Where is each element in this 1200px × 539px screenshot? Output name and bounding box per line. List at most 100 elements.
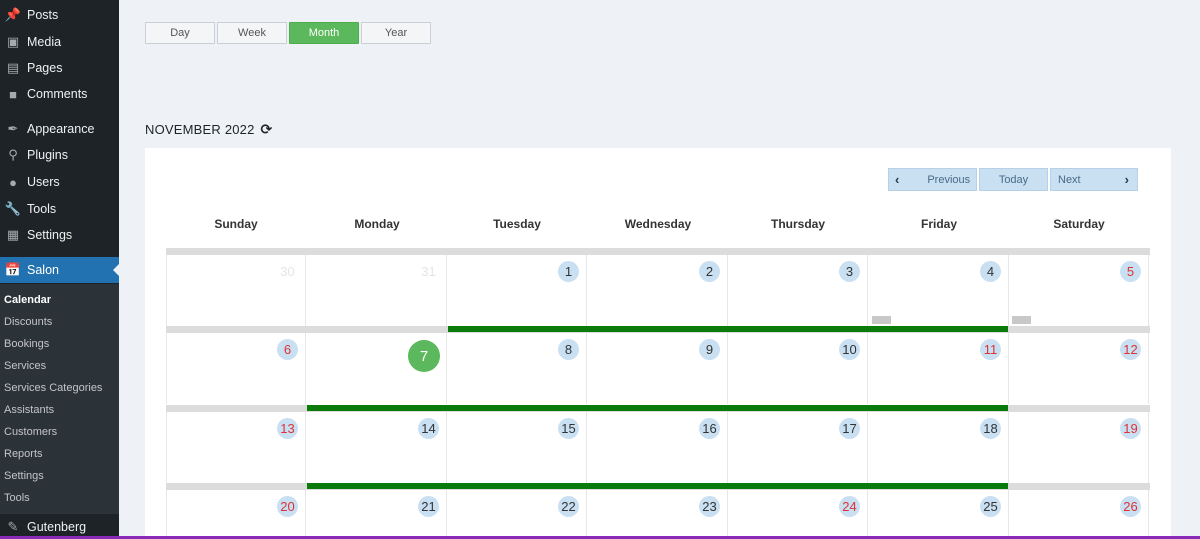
day-number: 22 <box>558 496 579 517</box>
day-number: 17 <box>839 418 860 439</box>
view-day-button[interactable]: Day <box>145 22 215 44</box>
today-label: Today <box>998 173 1029 186</box>
weekday-header: Saturday <box>1053 217 1105 231</box>
calendar-day-cell[interactable]: 13 <box>166 412 306 483</box>
menu-item-comments[interactable]: ■ Comments <box>0 81 119 107</box>
calendar-icon: 📅 <box>4 262 22 277</box>
calendar-day-cell[interactable]: 21 <box>307 490 447 539</box>
menu-item-settings[interactable]: ▦ Settings <box>0 222 119 248</box>
menu-label: Plugins <box>27 148 68 162</box>
menu-item-users[interactable]: ● Users <box>0 169 119 195</box>
day-number: 9 <box>699 339 720 360</box>
menu-item-pages[interactable]: ▤ Pages <box>0 55 119 81</box>
brush-icon: ✒ <box>7 121 19 136</box>
menu-label: Tools <box>27 202 57 216</box>
calendar-day-cell[interactable]: 18 <box>869 412 1009 483</box>
calendar-day-cell[interactable]: 20 <box>166 490 306 539</box>
menu-label: Appearance <box>27 122 95 136</box>
today-marker: 7 <box>408 340 440 372</box>
next-label: Next <box>1058 173 1081 186</box>
menu-item-media[interactable]: ▣ Media <box>0 29 119 55</box>
calendar-day-cell[interactable]: 1 <box>447 255 587 326</box>
user-icon: ● <box>9 174 17 190</box>
menu-item-salon[interactable]: 📅 Salon <box>0 257 119 283</box>
calendar-day-cell[interactable]: 16 <box>588 412 728 483</box>
admin-sidebar: 📌 Posts ▣ Media ▤ Pages ■ Comments ✒ App… <box>0 0 119 539</box>
day-number: 4 <box>980 261 1001 282</box>
calendar-day-cell[interactable]: 15 <box>447 412 587 483</box>
calendar-day-cell[interactable]: 12 <box>1009 333 1149 404</box>
day-number: 23 <box>699 496 720 517</box>
today-button[interactable]: Today <box>979 168 1048 191</box>
chevron-right-icon: › <box>1124 172 1129 187</box>
menu-label: Comments <box>27 87 88 101</box>
availability-bar <box>307 405 1008 411</box>
calendar-day-cell[interactable]: 31 <box>307 255 447 326</box>
calendar-day-cell[interactable]: 14 <box>307 412 447 483</box>
submenu-calendar[interactable]: Calendar <box>4 294 51 306</box>
view-year-button[interactable]: Year <box>361 22 431 44</box>
submenu-settings[interactable]: Settings <box>4 470 44 482</box>
availability-bar <box>448 326 1008 332</box>
menu-label: Gutenberg <box>27 520 87 534</box>
day-number: 14 <box>418 418 439 439</box>
menu-label: Posts <box>27 8 59 22</box>
calendar-day-cell[interactable]: 22 <box>447 490 587 539</box>
menu-item-posts[interactable]: 📌 Posts <box>0 2 119 28</box>
calendar-day-cell[interactable]: 7 <box>307 333 447 404</box>
next-button[interactable]: Next › <box>1050 168 1138 191</box>
calendar-day-cell[interactable]: 8 <box>447 333 587 404</box>
submenu-discounts[interactable]: Discounts <box>4 316 52 328</box>
week-separator <box>166 248 1150 255</box>
day-number: 20 <box>277 496 298 517</box>
previous-button[interactable]: ‹ Previous <box>888 168 977 191</box>
refresh-icon[interactable]: ⟳ <box>261 121 273 138</box>
day-number: 10 <box>839 339 860 360</box>
submenu-customers[interactable]: Customers <box>4 426 57 438</box>
calendar-day-cell[interactable]: 3 <box>728 255 868 326</box>
month-label: NOVEMBER 2022 <box>145 122 255 137</box>
menu-item-tools[interactable]: 🔧 Tools <box>0 196 119 222</box>
submenu-reports[interactable]: Reports <box>4 448 43 460</box>
calendar-day-cell[interactable]: 26 <box>1009 490 1149 539</box>
submenu-services-categories[interactable]: Services Categories <box>4 382 102 394</box>
calendar-day-cell[interactable]: 9 <box>588 333 728 404</box>
calendar-day-cell[interactable]: 6 <box>166 333 306 404</box>
calendar-day-cell[interactable]: 11 <box>869 333 1009 404</box>
weekday-header: Thursday <box>770 217 825 231</box>
pages-icon: ▤ <box>6 60 20 75</box>
weekday-header: Sunday <box>214 217 258 231</box>
calendar-day-cell[interactable]: 23 <box>588 490 728 539</box>
day-number: 3 <box>839 261 860 282</box>
view-week-button[interactable]: Week <box>217 22 287 44</box>
menu-item-appearance[interactable]: ✒ Appearance <box>0 116 119 142</box>
day-number: 11 <box>980 339 1001 360</box>
view-month-button[interactable]: Month <box>289 22 359 44</box>
closed-day-marker <box>1012 316 1031 324</box>
menu-item-plugins[interactable]: ⚲ Plugins <box>0 142 119 168</box>
day-number: 15 <box>558 418 579 439</box>
day-number: 31 <box>421 264 436 279</box>
chevron-left-icon: ‹ <box>895 172 900 187</box>
calendar-day-cell[interactable]: 17 <box>728 412 868 483</box>
weekday-header: Monday <box>354 217 400 231</box>
submenu-assistants[interactable]: Assistants <box>4 404 54 416</box>
calendar-day-cell[interactable]: 19 <box>1009 412 1149 483</box>
previous-label: Previous <box>927 173 971 186</box>
submenu-bookings[interactable]: Bookings <box>4 338 49 350</box>
calendar-day-cell[interactable]: 24 <box>728 490 868 539</box>
calendar-day-cell[interactable]: 10 <box>728 333 868 404</box>
submenu-services[interactable]: Services <box>4 360 46 372</box>
day-number: 6 <box>277 339 298 360</box>
salon-submenu: Calendar Discounts Bookings Services Ser… <box>0 284 119 514</box>
calendar-day-cell[interactable]: 25 <box>869 490 1009 539</box>
pushpin-icon: 📌 <box>4 7 22 22</box>
day-number: 2 <box>699 261 720 282</box>
calendar-day-cell[interactable]: 2 <box>588 255 728 326</box>
settings-icon: ▦ <box>6 227 20 242</box>
day-number: 26 <box>1120 496 1141 517</box>
submenu-tools[interactable]: Tools <box>4 492 30 504</box>
day-number: 21 <box>418 496 439 517</box>
calendar-day-cell[interactable]: 30 <box>166 255 306 326</box>
wrench-icon: 🔧 <box>4 201 22 216</box>
